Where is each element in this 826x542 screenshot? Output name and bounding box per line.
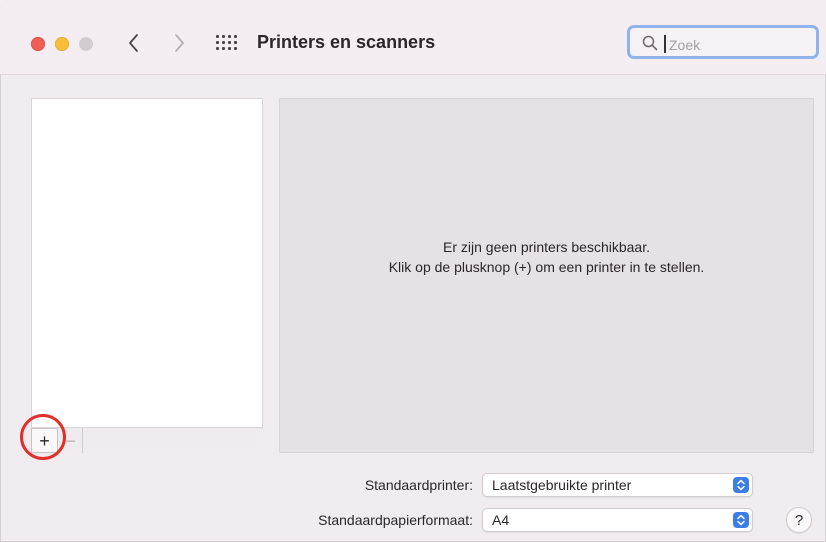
default-printer-value: Laatstgebruikte printer [492,477,632,493]
printer-detail-panel: Er zijn geen printers beschikbaar. Klik … [279,98,814,453]
help-icon: ? [794,511,804,529]
minimize-button[interactable] [55,37,69,51]
forward-button[interactable] [169,30,189,56]
zoom-button[interactable] [79,37,93,51]
window-title: Printers en scanners [257,32,436,52]
empty-state-line-2: Klik op de plusknop (+) om een printer i… [388,259,705,275]
show-all-button[interactable] [216,33,238,53]
plus-icon: + [39,430,50,451]
close-button[interactable] [31,37,45,51]
add-printer-button[interactable]: + [31,428,58,453]
printer-list[interactable] [31,98,263,453]
updown-chevron-icon [733,512,749,528]
empty-state-line-1: Er zijn geen printers beschikbaar. [443,239,650,255]
minus-icon: − [65,430,76,451]
back-button[interactable] [124,30,144,56]
updown-chevron-icon [733,477,749,493]
search-field[interactable] [627,25,819,59]
default-paper-value: A4 [492,512,510,528]
text-caret [664,35,666,53]
empty-state-message: Er zijn geen printers beschikbaar. Klik … [280,237,813,277]
default-paper-popup[interactable]: A4 [482,508,753,532]
help-button[interactable]: ? [786,507,812,533]
system-preferences-window: Printers en scanners + − Er zijn geen pr… [0,0,826,542]
default-printer-popup[interactable]: Laatstgebruikte printer [482,473,753,497]
remove-printer-button[interactable]: − [59,428,83,453]
chevron-right-icon [175,34,184,52]
default-paper-label: Standaardpapierformaat: [318,512,473,528]
search-input[interactable] [667,33,811,57]
chevron-left-icon [129,34,138,52]
search-icon [642,35,658,51]
titlebar: Printers en scanners [0,0,826,75]
default-printer-label: Standaardprinter: [364,477,473,493]
